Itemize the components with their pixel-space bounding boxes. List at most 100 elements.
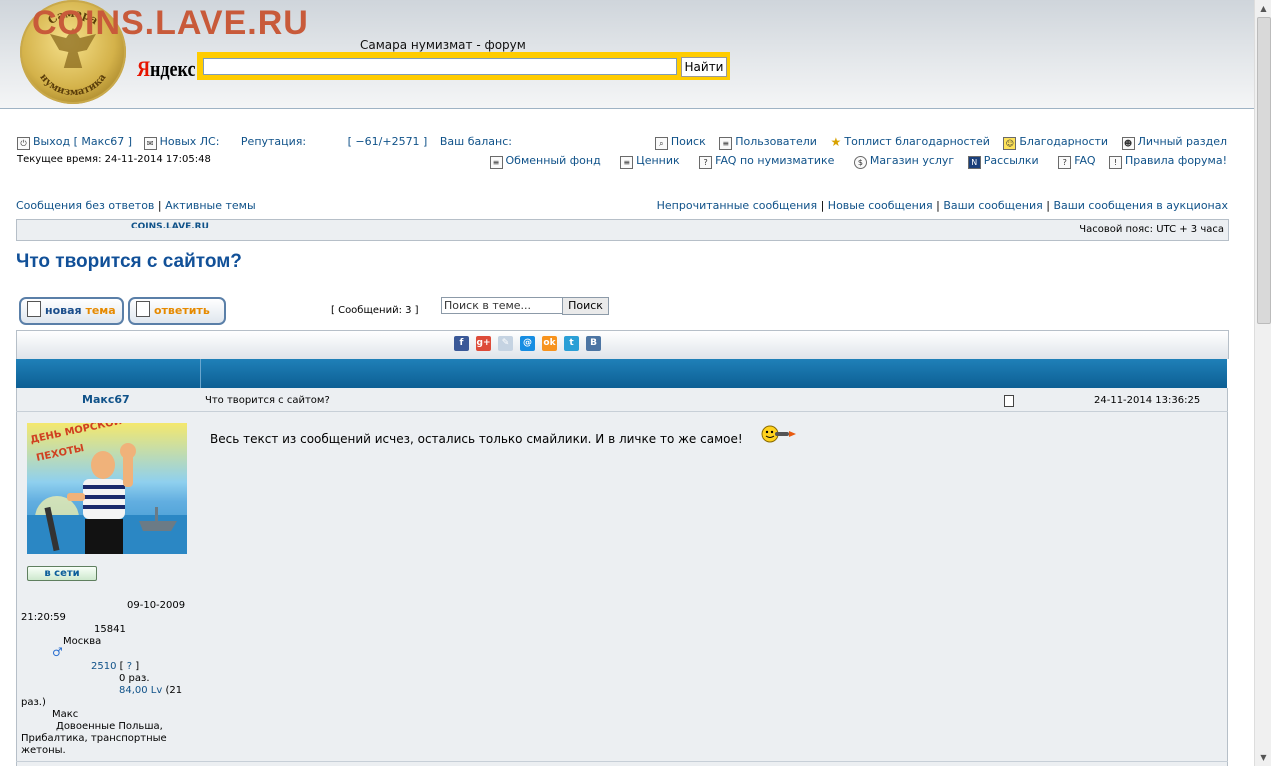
reputation-value[interactable]: [ −61/+2571 ]: [348, 135, 428, 148]
twitter-icon[interactable]: t: [564, 336, 579, 351]
thanks-count: 0 раз.: [119, 673, 150, 684]
reputation-bracket-open: [: [119, 661, 124, 672]
site-title[interactable]: COINS.LAVE.RU: [32, 4, 309, 43]
nav-prices[interactable]: ≡ Ценник: [620, 154, 680, 169]
odnoklassniki-icon[interactable]: ok: [542, 336, 557, 351]
svg-text:ДЕНЬ МОРСКОЙ: ДЕНЬ МОРСКОЙ: [29, 423, 123, 446]
nav-exchange[interactable]: ≡ Обменный фонд: [489, 154, 601, 169]
nav-shop[interactable]: $ Магазин услуг: [853, 154, 954, 169]
svg-text:нумизматика: нумизматика: [37, 72, 108, 99]
divider: [16, 411, 1228, 412]
search-icon: ⌕: [654, 137, 668, 150]
yandex-logo-rest: ндекс: [150, 56, 196, 81]
registered-date: 09-10-2009: [127, 600, 186, 611]
scroll-up-arrow-icon[interactable]: ▲: [1255, 0, 1271, 17]
nav-faq[interactable]: ? FAQ: [1058, 154, 1096, 169]
user-reputation: 2510 [ ? ]: [91, 661, 139, 672]
nav-thanks-toplist[interactable]: ★ Топлист благодарностей: [830, 135, 990, 149]
profile-icon: ☻: [1121, 137, 1135, 150]
post-author[interactable]: Макс67: [82, 393, 130, 406]
separator: |: [157, 199, 162, 212]
reputation-label[interactable]: Репутация:: [241, 135, 306, 148]
star-icon: ★: [830, 135, 842, 149]
nav-rules[interactable]: ! Правила форума!: [1109, 154, 1227, 169]
user-name: Макс: [52, 709, 79, 720]
city: Москва: [63, 636, 102, 647]
interests-line-3: жетоны.: [21, 745, 66, 756]
info-bar: COINS.LAVE.RU Часовой пояс: UTC + 3 часа: [16, 219, 1229, 241]
quick-links-right: Непрочитанные сообщения | Новые сообщени…: [657, 199, 1228, 212]
help-icon: ?: [699, 156, 713, 169]
current-time: Текущее время: 24-11-2014 17:05:48: [17, 154, 211, 165]
topic-title[interactable]: Что творится с сайтом?: [16, 251, 242, 273]
forum-name: Самара нумизмат - форум: [360, 38, 526, 52]
post-header-bar: [16, 359, 1227, 388]
reputation-bracket-close: ]: [135, 661, 140, 672]
user-nav: ⏻ Выход [ Макс67 ] ✉ Новых ЛС: Репутация: …: [17, 135, 512, 150]
document-icon: [27, 301, 41, 317]
document-icon: [136, 301, 150, 317]
google-plus-icon[interactable]: g+: [476, 336, 491, 351]
scroll-thumb[interactable]: [1257, 17, 1271, 324]
topic-search-button[interactable]: Поиск: [562, 297, 609, 315]
new-topic-button[interactable]: новая тема: [19, 297, 124, 325]
vkontakte-icon[interactable]: B: [586, 336, 601, 351]
auction-posts-link[interactable]: Ваши сообщения в аукционах: [1053, 199, 1228, 212]
info-bar-cut-text: COINS.LAVE.RU: [131, 222, 209, 228]
price-icon: ≡: [620, 156, 634, 169]
yandex-logo-first: Я: [137, 56, 151, 81]
logout-icon: ⏻: [17, 137, 30, 150]
post-date: 24-11-2014 13:36:25: [1094, 395, 1201, 406]
user-avatar[interactable]: ДЕНЬ МОРСКОЙ ПЕХОТЫ: [27, 423, 187, 554]
nav-search[interactable]: ⌕ Поиск: [654, 135, 706, 150]
unanswered-link[interactable]: Сообщения без ответов: [16, 199, 154, 212]
post-subject: Что творится с сайтом?: [205, 395, 330, 406]
logout-link[interactable]: Выход [ Макс67 ]: [33, 135, 132, 148]
nav-mailing[interactable]: N Рассылки: [967, 154, 1039, 169]
yandex-search-box: Найти: [197, 52, 730, 80]
balance-note-2: раз.): [21, 697, 46, 708]
active-topics-link[interactable]: Активные темы: [165, 199, 256, 212]
reply-label: ответить: [154, 304, 210, 317]
balance-note: (21: [165, 685, 183, 696]
online-status-badge: в сети: [27, 566, 97, 581]
main-nav-row1: ⌕ Поиск ≡ Пользователи ★ Топлист благодарно…: [645, 135, 1227, 150]
post-body: Весь текст из сообщений исчез, остались …: [210, 432, 743, 446]
yandex-search-input[interactable]: [203, 58, 677, 75]
livejournal-icon[interactable]: ✎: [498, 336, 513, 351]
facebook-icon[interactable]: f: [454, 336, 469, 351]
nav-users[interactable]: ≡ Пользователи: [719, 135, 817, 150]
unread-link[interactable]: Непрочитанные сообщения: [657, 199, 817, 212]
reputation-points[interactable]: 2510: [91, 661, 116, 672]
share-bar: [16, 330, 1229, 359]
yandex-search-button[interactable]: Найти: [681, 57, 727, 77]
nav-faq-numismatics[interactable]: ? FAQ по нумизматике: [699, 154, 834, 169]
nav-thanks[interactable]: ☺ Благодарности: [1003, 135, 1108, 150]
pm-icon: ✉: [143, 137, 157, 150]
nav-personal[interactable]: ☻ Личный раздел: [1121, 135, 1227, 150]
site-header: Самара нумизматика COINS.LAVE.RU Самара …: [0, 0, 1254, 109]
main-nav-row2: ≡ Обменный фонд ≡ Ценник ? FAQ по нумизмати…: [480, 154, 1227, 169]
male-gender-icon: ♂: [52, 645, 63, 659]
reply-button[interactable]: ответить: [128, 297, 226, 325]
new-topic-label-1: новая: [45, 304, 82, 317]
balance-label[interactable]: Ваш баланс:: [440, 135, 512, 148]
mailing-icon: N: [967, 156, 981, 169]
faq-icon: ?: [1058, 156, 1072, 169]
new-pm-link[interactable]: Новых ЛС:: [160, 135, 220, 148]
vertical-scrollbar[interactable]: ▲ ▼: [1254, 0, 1271, 766]
timezone-label: Часовой пояс: UTC + 3 часа: [1079, 224, 1224, 235]
topic-search-input[interactable]: Поиск в теме...: [441, 297, 564, 314]
registered-time: 21:20:59: [21, 612, 66, 623]
new-posts-link[interactable]: Новые сообщения: [828, 199, 933, 212]
post-total: 15841: [94, 624, 126, 635]
separator: |: [936, 199, 940, 212]
your-posts-link[interactable]: Ваши сообщения: [943, 199, 1042, 212]
scroll-down-arrow-icon[interactable]: ▼: [1255, 749, 1271, 766]
reputation-help-link[interactable]: ?: [127, 661, 132, 672]
mailru-icon[interactable]: @: [520, 336, 535, 351]
balance-link[interactable]: 84,00 Lv: [119, 685, 162, 696]
smiley-icon: [761, 425, 796, 443]
post-link-icon[interactable]: [1004, 395, 1014, 407]
separator: |: [820, 199, 825, 212]
